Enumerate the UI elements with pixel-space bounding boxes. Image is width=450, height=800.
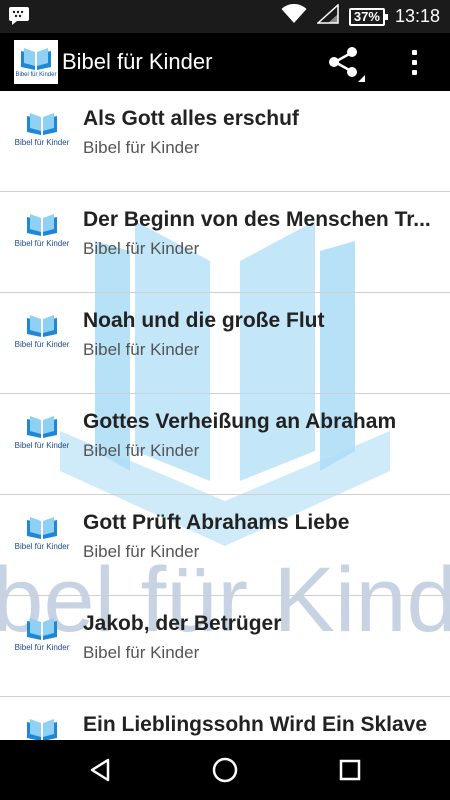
back-button[interactable]	[86, 755, 116, 785]
back-icon	[90, 758, 110, 782]
book-logo-icon: Bibel für Kinder	[14, 515, 70, 563]
home-button[interactable]	[210, 755, 240, 785]
book-logo-caption: Bibel für Kinder	[14, 239, 70, 248]
story-subtitle: Bibel für Kinder	[83, 138, 200, 157]
battery-level: 37%	[353, 8, 380, 24]
notification-icon	[8, 6, 30, 26]
recents-icon	[339, 759, 361, 781]
book-logo-caption: Bibel für Kinder	[14, 643, 70, 652]
story-list: Bibel für Kinder Als Gott alles erschuf Bi…	[0, 91, 450, 740]
story-list-item[interactable]: Bibel für Kinder Ein Lieblingssohn Wird E…	[0, 697, 450, 740]
story-title: Der Beginn von des Menschen Tr...	[83, 208, 431, 231]
book-logo-icon: Bibel für Kinder	[14, 212, 70, 260]
story-list-item[interactable]: Bibel für Kinder Gottes Verheißung an Abr…	[0, 394, 450, 495]
story-list-item[interactable]: Bibel für Kinder Jakob, der Betrüger Bibel…	[0, 596, 450, 697]
home-icon	[212, 757, 238, 783]
book-logo-caption: Bibel für Kinder	[14, 138, 70, 147]
book-logo-caption: Bibel für Kinder	[14, 340, 70, 349]
overflow-menu-button[interactable]	[398, 45, 430, 79]
clock: 13:18	[394, 6, 440, 26]
story-subtitle: Bibel für Kinder	[83, 239, 200, 258]
overflow-dot	[411, 59, 417, 65]
overflow-dot	[411, 49, 417, 55]
app-logo: Bibel für Kinder	[14, 40, 58, 84]
wifi-icon	[281, 3, 307, 29]
app-title: Bibel für Kinder	[62, 49, 213, 74]
overflow-dot	[411, 69, 417, 75]
status-bar: 37% 13:18	[0, 0, 450, 33]
story-subtitle: Bibel für Kinder	[83, 441, 200, 460]
story-subtitle: Bibel für Kinder	[83, 542, 200, 561]
book-logo-caption: Bibel für Kinder	[14, 441, 70, 450]
app-logo-caption: Bibel für Kinder	[15, 72, 57, 78]
story-list-container[interactable]: Bibel für Kinder Bibel für Kinder Als Got…	[0, 91, 450, 740]
book-icon	[21, 48, 51, 70]
story-list-item[interactable]: Bibel für Kinder Gott Prüft Abrahams Lieb…	[0, 495, 450, 596]
share-icon	[329, 47, 365, 82]
story-subtitle: Bibel für Kinder	[83, 643, 200, 662]
story-title: Gott Prüft Abrahams Liebe	[83, 511, 350, 534]
book-logo-icon: Bibel für Kinder	[16, 717, 68, 740]
story-title: Gottes Verheißung an Abraham	[83, 410, 397, 433]
story-title: Jakob, der Betrüger	[83, 612, 282, 635]
book-logo-caption: Bibel für Kinder	[14, 542, 70, 551]
recents-button[interactable]	[335, 755, 365, 785]
story-title: Als Gott alles erschuf	[83, 107, 299, 130]
battery-icon: 37%	[348, 7, 388, 26]
app-bar: Bibel für Kinder Bibel für Kinder	[0, 33, 450, 91]
story-list-item[interactable]: Bibel für Kinder Als Gott alles erschuf Bi…	[0, 91, 450, 192]
story-list-item[interactable]: Bibel für Kinder Der Beginn von des Mensc…	[0, 192, 450, 293]
story-title: Noah und die große Flut	[83, 309, 325, 332]
story-subtitle: Bibel für Kinder	[83, 340, 200, 359]
book-logo-icon: Bibel für Kinder	[14, 616, 70, 664]
navigation-bar	[0, 740, 450, 800]
book-logo-icon: Bibel für Kinder	[14, 414, 70, 462]
book-logo-icon: Bibel für Kinder	[14, 313, 70, 361]
book-logo-icon: Bibel für Kinder	[14, 111, 70, 159]
share-button[interactable]	[322, 43, 366, 83]
signal-icon	[315, 3, 339, 29]
story-title: Ein Lieblingssohn Wird Ein Sklave	[83, 713, 428, 736]
story-list-item[interactable]: Bibel für Kinder Noah und die große Flut B…	[0, 293, 450, 394]
